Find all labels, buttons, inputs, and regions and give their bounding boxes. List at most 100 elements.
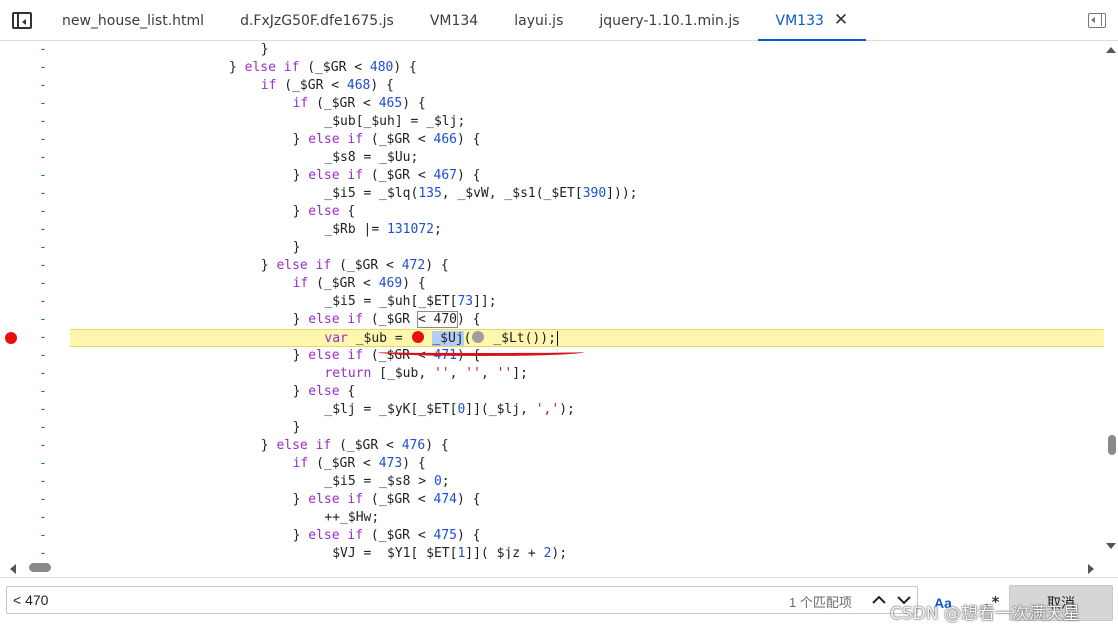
next-match-button[interactable] xyxy=(892,588,916,612)
gutter-line[interactable]: - xyxy=(0,95,70,113)
code-token: ( xyxy=(463,331,472,346)
cancel-button[interactable]: 取消 xyxy=(1009,585,1113,621)
code-token: if xyxy=(260,78,277,93)
line-gutter[interactable]: - - - - - - - - - - - - - - - - - - - - - - - - - - - - - xyxy=(0,41,70,559)
gutter-line[interactable]: - xyxy=(0,221,70,239)
gutter-mark: - xyxy=(39,312,47,327)
gutter-line[interactable]: - xyxy=(0,401,70,419)
code-token: (_$GR < xyxy=(331,438,402,453)
code-token: 466 xyxy=(433,132,457,147)
gutter-line[interactable]: - xyxy=(0,149,70,167)
vertical-scrollbar[interactable] xyxy=(1104,41,1118,559)
search-input[interactable] xyxy=(7,587,767,613)
code-token: 474 xyxy=(433,492,457,507)
tab-vm133[interactable]: VM133 ✕ xyxy=(757,0,867,41)
search-field[interactable]: 1 个匹配项 xyxy=(6,586,918,614)
gutter-line[interactable]: - xyxy=(0,527,70,545)
code-text: } else if (_$GR < 471) { xyxy=(293,347,481,365)
code-token: (_$GR < xyxy=(363,528,434,543)
code-line: _$i5 = _$s8 > 0; xyxy=(70,473,1104,491)
code-token: return xyxy=(324,366,372,381)
gutter-mark: - xyxy=(39,366,47,381)
gutter-line[interactable]: - xyxy=(0,203,70,221)
gutter-line[interactable]: - xyxy=(0,113,70,131)
gutter-line[interactable]: - xyxy=(0,437,70,455)
gutter-line[interactable]: - xyxy=(0,311,70,329)
code-token: 131072 xyxy=(387,222,434,237)
code-token: ) { xyxy=(393,60,417,75)
gutter-line[interactable]: - xyxy=(0,383,70,401)
scroll-right-icon[interactable] xyxy=(1088,564,1094,574)
scrollbar-thumb[interactable] xyxy=(29,563,51,572)
gutter-line[interactable]: - xyxy=(0,185,70,203)
code-line: } else if (_$GR < 475) { xyxy=(70,527,1104,545)
code-token: ]](_$jz + xyxy=(465,546,544,559)
gutter-line[interactable]: - xyxy=(0,131,70,149)
code-text: } else if (_$GR < 467) { xyxy=(293,167,481,185)
debugger-toggle-icon[interactable] xyxy=(1088,13,1106,28)
code-token: (_$GR < xyxy=(363,492,434,507)
gutter-line[interactable]: - xyxy=(0,329,70,347)
tab-vm134[interactable]: VM134 xyxy=(412,0,496,41)
tab-new-house-list[interactable]: new_house_list.html xyxy=(44,0,222,41)
regex-button[interactable]: .* xyxy=(982,593,1000,611)
previous-match-button[interactable] xyxy=(867,588,891,612)
scroll-up-icon[interactable] xyxy=(1106,47,1116,53)
tab-d-fxjzg50f[interactable]: d.FxJzG50F.dfe1675.js xyxy=(222,0,412,41)
gutter-line[interactable]: - xyxy=(0,41,70,59)
selected-token: _$Uj xyxy=(432,331,464,346)
match-case-button[interactable]: Aa xyxy=(934,595,952,611)
search-match: < 470 xyxy=(416,311,458,328)
gutter-line[interactable]: - xyxy=(0,545,70,559)
code-token: ) { xyxy=(456,528,481,543)
code-text: } else if (_$GR < 480) { xyxy=(229,59,417,77)
code-token: , xyxy=(480,366,497,381)
gutter-line[interactable]: - xyxy=(0,275,70,293)
code-token: } xyxy=(292,132,309,147)
gutter-line[interactable]: - xyxy=(0,347,70,365)
gutter-mark: - xyxy=(39,294,47,309)
gutter-line[interactable]: - xyxy=(0,419,70,437)
code-token: } xyxy=(292,312,309,327)
horizontal-scrollbar[interactable] xyxy=(0,559,1104,577)
code-line: _$ub[_$uh] = _$lj; xyxy=(70,113,1104,131)
code-token: } xyxy=(292,492,309,507)
gutter-line[interactable]: - xyxy=(0,455,70,473)
gutter-line[interactable]: - xyxy=(0,167,70,185)
tab-label: VM133 xyxy=(775,12,824,29)
inline-breakpoint-active-icon[interactable] xyxy=(411,331,424,343)
breakpoint-icon[interactable] xyxy=(5,332,17,344)
code-editor[interactable]: ----------------------------- }} else if… xyxy=(0,41,1104,559)
scroll-left-icon[interactable] xyxy=(10,564,16,574)
gutter-line[interactable]: - xyxy=(0,491,70,509)
code-line: } else if (_$GR < 471) { xyxy=(70,347,1104,365)
code-text: if (_$GR < 465) { xyxy=(293,95,426,113)
navigator-toggle-icon[interactable] xyxy=(12,12,32,29)
code-line: } else if (_$GR < 474) { xyxy=(70,491,1104,509)
code-line: } xyxy=(70,419,1104,437)
scroll-down-icon[interactable] xyxy=(1106,543,1116,549)
code-token: if xyxy=(347,132,364,147)
tab-jquery[interactable]: jquery-1.10.1.min.js xyxy=(581,0,757,41)
code-token: if xyxy=(292,96,309,111)
code-area[interactable]: }} else if (_$GR < 480) {if (_$GR < 468)… xyxy=(70,41,1104,559)
gutter-line[interactable]: - xyxy=(0,59,70,77)
inline-breakpoint-inactive-icon[interactable] xyxy=(472,331,485,343)
tab-layui[interactable]: layui.js xyxy=(496,0,581,41)
gutter-line[interactable]: - xyxy=(0,239,70,257)
code-token: ; xyxy=(433,222,442,237)
gutter-line[interactable]: - xyxy=(0,365,70,383)
code-line: return [_$ub, '', '', '']; xyxy=(70,365,1104,383)
code-line: _$i5 = _$uh[_$ET[73]]; xyxy=(70,293,1104,311)
gutter-line[interactable]: - xyxy=(0,257,70,275)
code-token: 475 xyxy=(433,528,457,543)
code-token: ) { xyxy=(402,96,426,111)
scrollbar-thumb[interactable] xyxy=(1108,435,1116,455)
gutter-line[interactable]: - xyxy=(0,509,70,527)
gutter-mark: - xyxy=(39,96,47,111)
gutter-mark: - xyxy=(39,546,47,559)
close-icon[interactable]: ✕ xyxy=(834,12,848,29)
gutter-line[interactable]: - xyxy=(0,77,70,95)
gutter-line[interactable]: - xyxy=(0,293,70,311)
gutter-line[interactable]: - xyxy=(0,473,70,491)
